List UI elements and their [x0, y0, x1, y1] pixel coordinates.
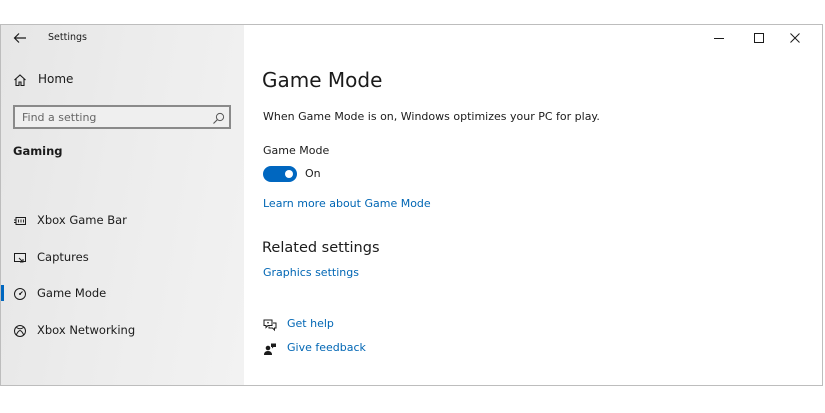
- minimize-icon: [714, 38, 724, 39]
- graphics-settings-link[interactable]: Graphics settings: [263, 266, 359, 279]
- minimize-button[interactable]: [702, 25, 736, 53]
- sidebar-item-xbox-game-bar[interactable]: Xbox Game Bar: [1, 206, 244, 234]
- section-title: Gaming: [13, 144, 63, 158]
- close-icon: [790, 33, 800, 43]
- settings-window: Settings Home Gaming Xbox Game Bar: [0, 24, 823, 386]
- toggle-knob: [285, 170, 293, 178]
- maximize-button[interactable]: [742, 25, 776, 53]
- search-icon[interactable]: [212, 110, 225, 124]
- page-description: When Game Mode is on, Windows optimizes …: [263, 110, 600, 123]
- app-title: Settings: [48, 32, 87, 43]
- search-input[interactable]: [15, 107, 207, 127]
- main-content: Game Mode When Game Mode is on, Windows …: [244, 25, 822, 385]
- help-chat-icon: [263, 317, 277, 332]
- sidebar-item-label: Xbox Game Bar: [37, 213, 127, 227]
- give-feedback-row[interactable]: Give feedback: [263, 340, 463, 358]
- home-icon: [13, 72, 27, 87]
- sidebar: Settings Home Gaming Xbox Game Bar: [1, 25, 244, 385]
- selected-indicator: [1, 285, 4, 301]
- sidebar-item-xbox-networking[interactable]: Xbox Networking: [1, 316, 244, 344]
- game-mode-toggle-label: Game Mode: [263, 144, 330, 157]
- get-help-link[interactable]: Get help: [287, 317, 334, 330]
- sidebar-item-captures[interactable]: Captures: [1, 243, 244, 271]
- titlebar: Settings: [1, 25, 244, 53]
- page-title: Game Mode: [262, 68, 383, 92]
- close-button[interactable]: [778, 25, 812, 53]
- sidebar-item-label: Home: [38, 72, 74, 86]
- xbox-game-bar-icon: [13, 213, 27, 227]
- captures-icon: [13, 250, 27, 264]
- get-help-row[interactable]: Get help: [263, 316, 463, 334]
- toggle-state-text: On: [305, 167, 321, 180]
- related-settings-title: Related settings: [262, 240, 380, 256]
- sidebar-item-home[interactable]: Home: [1, 68, 244, 92]
- sidebar-item-game-mode[interactable]: Game Mode: [1, 279, 244, 307]
- xbox-icon: [13, 323, 27, 337]
- game-mode-toggle[interactable]: [263, 166, 297, 182]
- search-box: [13, 105, 231, 129]
- sidebar-item-label: Xbox Networking: [37, 323, 136, 337]
- sidebar-item-label: Captures: [37, 250, 89, 264]
- back-arrow-icon[interactable]: [12, 30, 28, 46]
- maximize-icon: [754, 33, 764, 43]
- give-feedback-link[interactable]: Give feedback: [287, 341, 366, 354]
- game-mode-icon: [13, 286, 27, 300]
- learn-more-link[interactable]: Learn more about Game Mode: [263, 197, 431, 210]
- sidebar-item-label: Game Mode: [37, 286, 107, 300]
- feedback-icon: [263, 341, 277, 355]
- window-controls: [702, 25, 822, 53]
